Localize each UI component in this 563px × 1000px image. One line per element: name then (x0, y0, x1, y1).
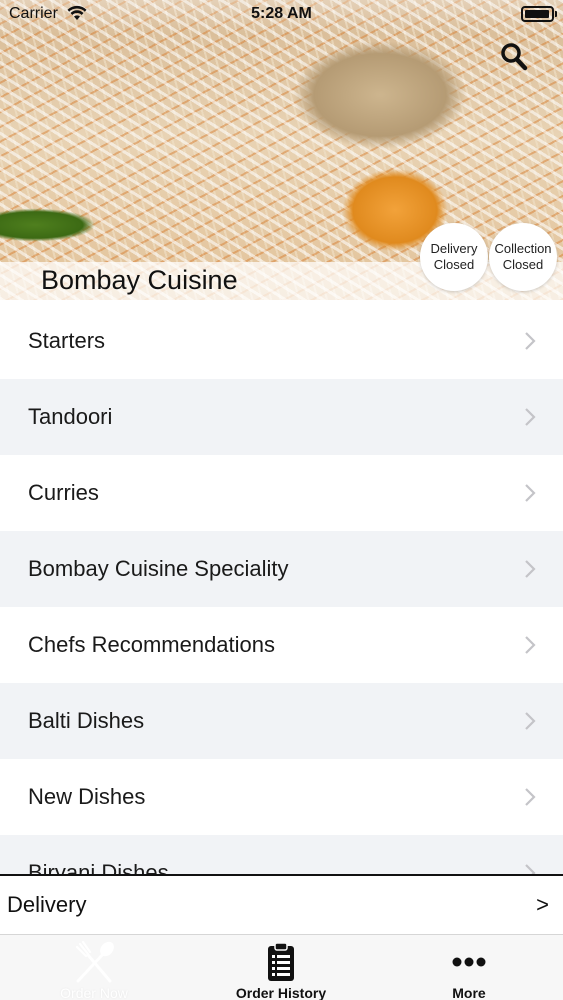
menu-item-label: Starters (28, 328, 106, 353)
restaurant-title: Bombay Cuisine (41, 265, 238, 295)
menu-item-label: Tandoori (28, 404, 113, 429)
tab-label: Order Now (60, 985, 128, 1000)
tab-more[interactable]: More (375, 935, 563, 1000)
order-mode-arrow: > (536, 892, 549, 917)
battery-icon (521, 6, 557, 22)
search-icon[interactable] (500, 42, 528, 72)
menu-category-list[interactable]: Starters Tandoori Curries Bombay Cuisine… (0, 303, 563, 875)
collection-status-label: Collection (494, 241, 552, 256)
menu-item-chefs-recommendations[interactable]: Chefs Recommendations (0, 607, 563, 683)
status-bar: Carrier 5:28 AM (0, 0, 563, 30)
menu-item-label: Biryani Dishes (28, 860, 169, 875)
menu-item-starters[interactable]: Starters (0, 303, 563, 379)
tab-bar: Order Now Order History More (0, 934, 563, 1000)
menu-item-balti-dishes[interactable]: Balti Dishes (0, 683, 563, 759)
menu-item-label: Bombay Cuisine Speciality (28, 556, 289, 581)
tab-order-now[interactable]: Order Now (0, 935, 188, 1000)
more-dots-icon (451, 941, 487, 983)
tab-label: More (452, 985, 486, 1000)
clipboard-list-icon (267, 941, 295, 983)
menu-item-label: Balti Dishes (28, 708, 145, 733)
chevron-right-icon (525, 636, 536, 654)
fork-spoon-icon (72, 941, 116, 983)
menu-item-biryani-dishes[interactable]: Biryani Dishes (0, 835, 563, 875)
chevron-right-icon (525, 408, 536, 426)
tab-label: Order History (235, 985, 327, 1000)
delivery-status-label: Delivery (430, 241, 478, 256)
chevron-right-icon (525, 788, 536, 806)
menu-item-tandoori[interactable]: Tandoori (0, 379, 563, 455)
menu-item-label: Chefs Recommendations (28, 632, 276, 657)
delivery-status-badge: Delivery Closed (420, 223, 488, 291)
collection-status-badge: Collection Closed (489, 223, 557, 291)
menu-item-curries[interactable]: Curries (0, 455, 563, 531)
chevron-right-icon (525, 712, 536, 730)
chevron-right-icon (525, 560, 536, 578)
delivery-status-value: Closed (433, 257, 475, 272)
chevron-right-icon (525, 484, 536, 502)
collection-status-value: Closed (502, 257, 544, 272)
order-mode-label: Delivery (7, 892, 87, 917)
tab-order-history[interactable]: Order History (187, 935, 375, 1000)
menu-item-label: New Dishes (28, 784, 146, 809)
menu-item-new-dishes[interactable]: New Dishes (0, 759, 563, 835)
menu-item-bombay-cuisine-speciality[interactable]: Bombay Cuisine Speciality (0, 531, 563, 607)
order-mode-bar[interactable]: Delivery > (0, 874, 563, 934)
chevron-right-icon (525, 332, 536, 350)
clock: 5:28 AM (251, 5, 312, 22)
menu-item-label: Curries (28, 480, 99, 505)
